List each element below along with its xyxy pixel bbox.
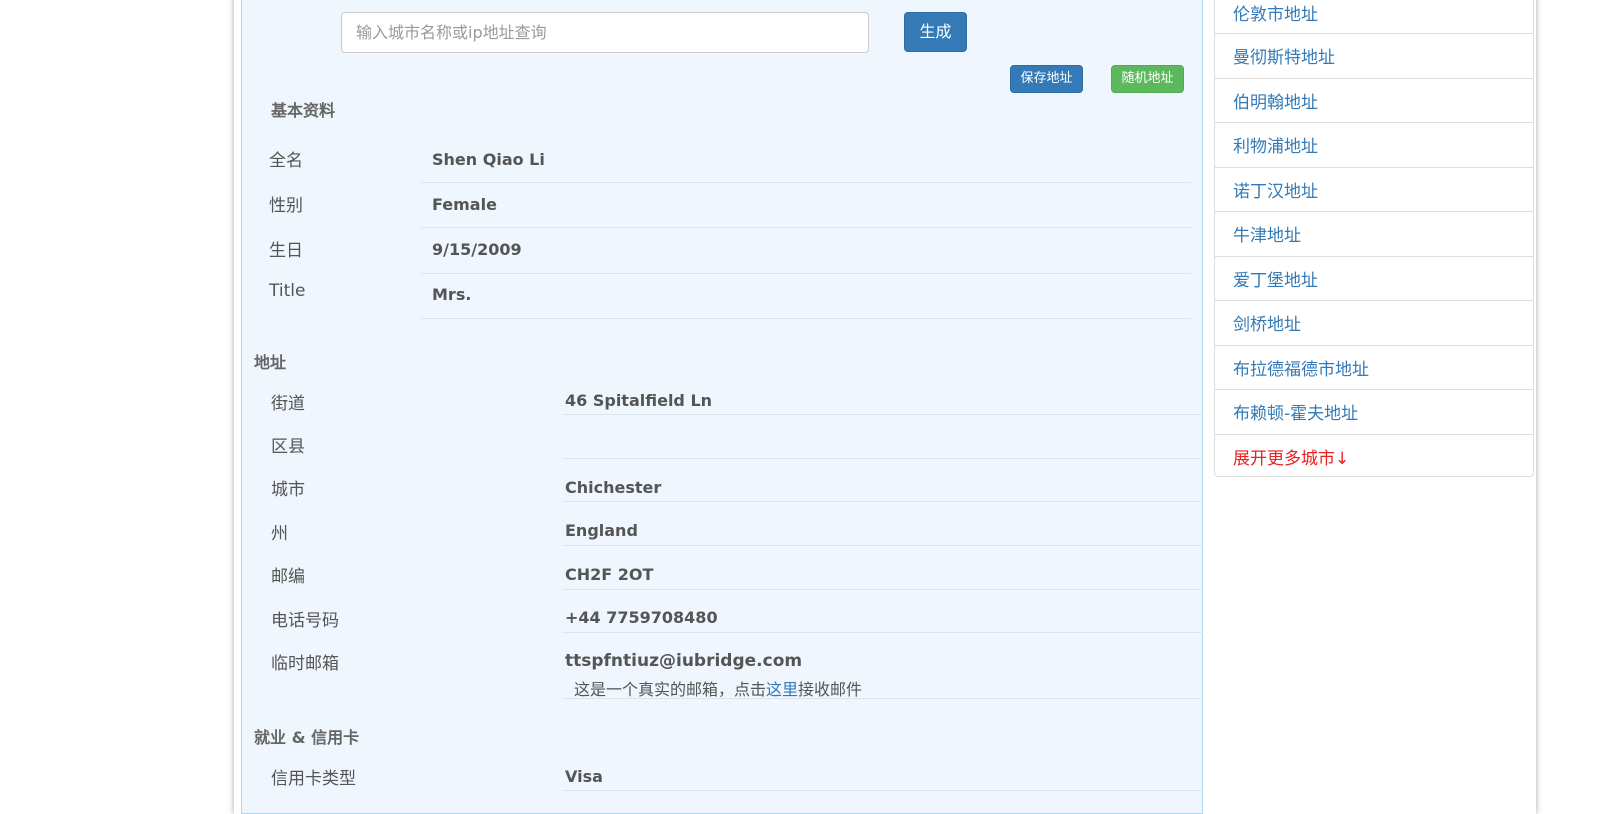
street-value: 46 Spitalfield Ln <box>565 391 713 410</box>
title-value: Mrs. <box>432 285 472 304</box>
email-note: 这是一个真实的邮箱，点击这里接收邮件 <box>574 676 862 700</box>
state-label: 州 <box>271 524 288 544</box>
city-list: 伦敦市地址 曼彻斯特地址 伯明翰地址 利物浦地址 诺丁汉地址 牛津地址 爱丁堡地… <box>1214 0 1534 477</box>
state-value: England <box>565 521 638 540</box>
postcode-value: CH2F 2OT <box>565 565 654 584</box>
city-value: Chichester <box>565 478 662 497</box>
row-divider <box>562 545 1203 546</box>
basic-info-heading: 基本资料 <box>271 101 336 120</box>
row-divider <box>562 589 1203 590</box>
city-link-london[interactable]: 伦敦市地址 <box>1215 0 1533 34</box>
city-link-brighton-hove[interactable]: 布赖顿-霍夫地址 <box>1215 390 1533 435</box>
email-note-text: 这是一个真实的邮箱，点击 <box>574 680 767 699</box>
row-divider <box>421 273 1191 274</box>
city-link-nottingham[interactable]: 诺丁汉地址 <box>1215 168 1533 212</box>
city-link-edinburgh[interactable]: 爱丁堡地址 <box>1215 257 1533 301</box>
row-divider <box>421 182 1191 183</box>
card-type-label: 信用卡类型 <box>271 769 356 789</box>
city-link-liverpool[interactable]: 利物浦地址 <box>1215 123 1533 168</box>
temp-email-label: 临时邮箱 <box>271 654 339 674</box>
row-divider <box>562 458 1203 459</box>
card-type-value: Visa <box>565 767 603 786</box>
postcode-label: 邮编 <box>271 567 305 587</box>
birthday-label: 生日 <box>269 241 303 261</box>
employment-heading: 就业 & 信用卡 <box>254 728 360 747</box>
search-input[interactable] <box>341 12 869 53</box>
row-divider <box>421 318 1191 319</box>
city-link-oxford[interactable]: 牛津地址 <box>1215 212 1533 257</box>
email-note-text-end: 接收邮件 <box>798 680 863 699</box>
row-divider <box>562 414 1203 415</box>
fullname-value: Shen Qiao Li <box>432 150 545 169</box>
city-link-birmingham[interactable]: 伯明翰地址 <box>1215 79 1533 123</box>
city-link-manchester[interactable]: 曼彻斯特地址 <box>1215 34 1533 79</box>
title-label: Title <box>269 281 306 301</box>
city-link-bradford[interactable]: 布拉德福德市地址 <box>1215 346 1533 390</box>
row-divider <box>562 790 1203 791</box>
county-label: 区县 <box>271 437 305 457</box>
fullname-label: 全名 <box>269 151 303 171</box>
row-divider <box>562 632 1203 633</box>
street-label: 街道 <box>271 394 305 414</box>
birthday-value: 9/15/2009 <box>432 240 522 259</box>
temp-email-value: ttspfntiuz@iubridge.com <box>565 651 803 671</box>
city-link-cambridge[interactable]: 剑桥地址 <box>1215 301 1533 346</box>
receive-mail-link[interactable]: 这里 <box>766 680 798 699</box>
address-heading: 地址 <box>254 353 287 372</box>
row-divider <box>562 501 1203 502</box>
city-label: 城市 <box>271 480 305 500</box>
generate-button[interactable]: 生成 <box>904 12 967 52</box>
phone-value: +44 7759708480 <box>565 608 718 627</box>
row-divider <box>421 227 1191 228</box>
random-address-button[interactable]: 随机地址 <box>1111 65 1184 93</box>
phone-label: 电话号码 <box>271 611 339 631</box>
row-divider <box>562 698 1203 699</box>
gender-value: Female <box>432 195 497 214</box>
gender-label: 性别 <box>269 196 303 216</box>
expand-more-cities-link[interactable]: 展开更多城市↓ <box>1215 435 1533 480</box>
save-address-button[interactable]: 保存地址 <box>1010 65 1083 93</box>
